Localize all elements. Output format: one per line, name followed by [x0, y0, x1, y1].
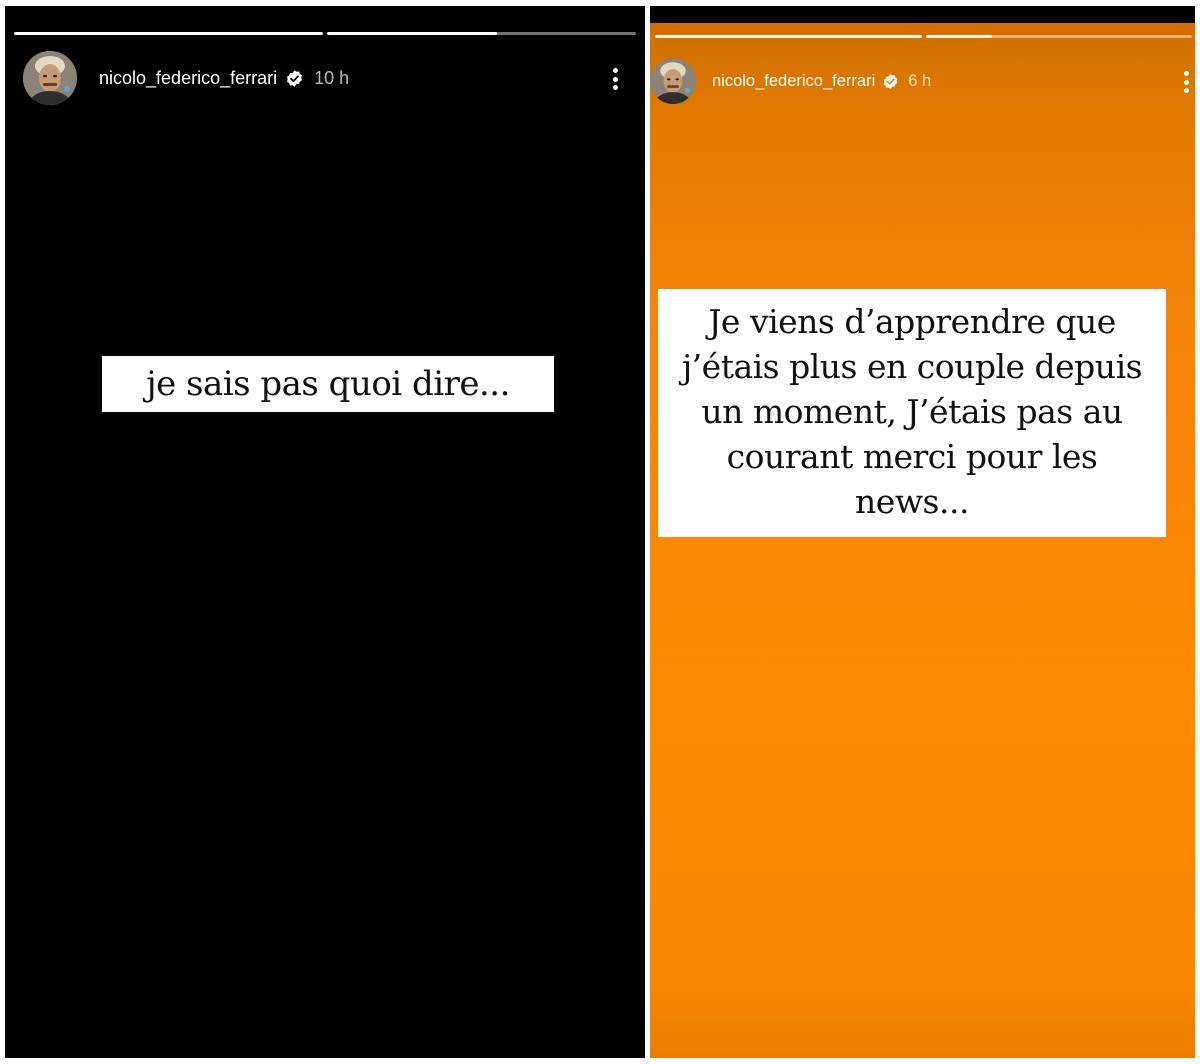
verified-badge-icon: [882, 73, 899, 90]
caption-line: news...: [855, 482, 969, 521]
more-dot: [1183, 79, 1189, 85]
story-text-caption: je sais pas quoi dire...: [102, 356, 554, 412]
progress-segment: [14, 32, 323, 35]
more-dot: [612, 85, 618, 90]
story-progress-bar: [655, 35, 1192, 38]
story-progress-bar: [14, 32, 636, 35]
story-panel-left[interactable]: nicolo_federico_ferrari 10 h je sais pas…: [5, 6, 645, 1058]
progress-segment-fill: [327, 32, 497, 35]
progress-segment-fill: [655, 35, 922, 38]
progress-segment: [925, 35, 1192, 38]
story-text-caption: Je viens d’apprendre que j’étais plus en…: [658, 289, 1166, 537]
story-panel-right[interactable]: nicolo_federico_ferrari 6 h Je viens d’a…: [650, 6, 1195, 1058]
more-dot: [612, 68, 618, 73]
more-options-icon[interactable]: [611, 68, 619, 90]
caption-line: courant merci pour les: [726, 437, 1098, 476]
story-timestamp: 10 h: [314, 67, 350, 88]
avatar[interactable]: [23, 51, 77, 105]
progress-segment: [655, 35, 922, 38]
progress-segment: [327, 32, 636, 35]
progress-segment-fill: [925, 35, 993, 38]
more-options-icon[interactable]: [1182, 71, 1190, 93]
verified-badge-icon: [285, 69, 304, 88]
more-dot: [1183, 88, 1189, 93]
status-bar-strip: [650, 6, 1195, 23]
username[interactable]: nicolo_federico_ferrari: [99, 68, 277, 89]
caption-line: j’étais plus en couple depuis: [681, 347, 1143, 386]
caption-line: un moment, J’étais pas au: [701, 392, 1123, 431]
progress-segment-fill: [14, 32, 323, 35]
avatar[interactable]: [650, 58, 696, 104]
caption-line: Je viens d’apprendre que: [708, 302, 1116, 341]
story-timestamp: 6 h: [908, 71, 932, 90]
avatar-image: [650, 58, 696, 104]
more-dot: [612, 76, 618, 82]
story-header: nicolo_federico_ferrari 10 h: [23, 50, 631, 106]
avatar-image: [23, 51, 77, 105]
username[interactable]: nicolo_federico_ferrari: [712, 72, 875, 91]
story-header: nicolo_federico_ferrari 6 h: [650, 53, 1190, 109]
more-dot: [1183, 71, 1189, 76]
